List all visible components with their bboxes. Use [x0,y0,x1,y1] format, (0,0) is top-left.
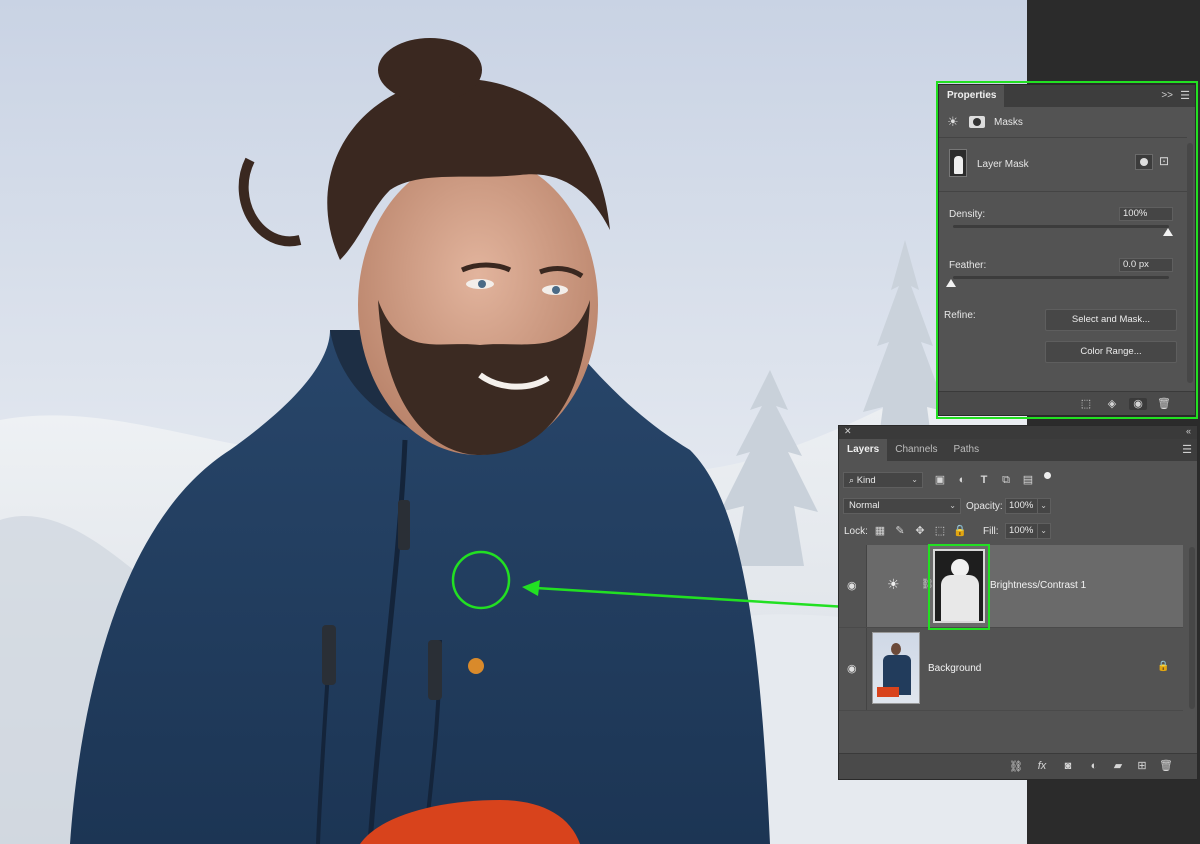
filter-pixel-icon[interactable]: ▣ [933,474,947,486]
layer-list: ◉ ☀ ⛓ Brightness/Contrast 1 ◉ Background… [839,545,1183,711]
blend-mode-value: Normal [849,500,880,511]
mask-icon[interactable] [969,116,985,128]
fill-field[interactable]: 100% [1005,523,1039,539]
new-adjustment-icon[interactable]: ◐ [1087,760,1101,772]
link-icon[interactable]: ⛓ [921,579,934,590]
link-layers-icon[interactable]: ⛓ [1009,761,1023,773]
visibility-eye-icon[interactable]: ◉ [1129,398,1147,410]
adjustment-icon[interactable]: ☀ [947,114,959,130]
collapse-panel-icon[interactable]: >> [1161,90,1173,101]
feather-slider-thumb[interactable] [946,279,956,287]
density-slider-track[interactable] [953,225,1169,228]
layer-row-background[interactable]: ◉ Background 🔒 [839,628,1183,710]
layers-panel: ✕ « Layers Channels Paths ☰ ⌕ Kind ⌄ ▣ ◐… [838,425,1198,780]
filter-toggle-icon[interactable] [1044,472,1051,479]
select-and-mask-button[interactable]: Select and Mask... [1045,309,1177,331]
layer-mask-row: Layer Mask ⊡ [939,139,1187,189]
brightness-contrast-icon: ☀ [887,576,900,592]
visibility-eye-icon[interactable]: ◉ [847,662,857,675]
tab-layers[interactable]: Layers [839,439,888,461]
vector-mask-icon[interactable]: ⊡ [1159,154,1169,168]
new-group-icon[interactable]: ▰ [1111,760,1125,772]
feather-slider-track[interactable] [953,276,1169,279]
kind-filter-dropdown[interactable]: ⌕ Kind ⌄ [843,472,923,488]
properties-tabbar: Properties >> ☰ [939,85,1195,107]
feather-field[interactable]: 0.0 px [1119,258,1173,272]
filter-shape-icon[interactable]: ⧉ [999,474,1013,486]
panel-menu-icon[interactable]: ☰ [1180,89,1190,102]
fill-slider-toggle[interactable]: ⌄ [1037,523,1051,539]
lock-image-icon[interactable]: ✎ [893,525,907,537]
background-thumbnail[interactable] [872,632,920,704]
lock-icon: 🔒 [1157,661,1170,672]
lock-artboard-icon[interactable]: ⬚ [933,525,947,537]
color-range-button[interactable]: Color Range... [1045,341,1177,363]
layer-name[interactable]: Background [928,663,981,674]
search-icon: ⌕ [849,475,855,485]
lock-all-icon[interactable]: 🔒 [953,525,967,537]
fill-label: Fill: [983,526,999,537]
density-field[interactable]: 100% [1119,207,1173,221]
chevron-down-icon: ⌄ [1040,526,1047,535]
delete-mask-icon[interactable]: 🗑 [1157,398,1171,410]
load-selection-icon[interactable]: ⬚ [1079,398,1093,410]
layers-titlebar: ✕ « [839,426,1197,439]
new-layer-icon[interactable]: ⊞ [1135,760,1149,772]
delete-layer-icon[interactable]: 🗑 [1159,760,1173,772]
apply-mask-icon[interactable] [1135,154,1153,170]
layers-tabbar: Layers Channels Paths ☰ [839,439,1197,461]
lock-transparent-icon[interactable]: ▦ [873,525,887,537]
layer-name[interactable]: Brightness/Contrast 1 [990,580,1086,591]
kind-label: Kind [856,475,876,486]
opacity-label: Opacity: [966,501,1003,512]
masks-label: Masks [994,117,1023,128]
opacity-slider-toggle[interactable]: ⌄ [1037,498,1051,514]
disable-mask-icon[interactable]: ◈ [1105,398,1119,410]
layer-mask-label: Layer Mask [977,159,1029,170]
layers-scrollbar[interactable] [1189,547,1195,709]
layers-footer: ⛓ fx ◙ ◐ ▰ ⊞ 🗑 [839,753,1197,779]
properties-footer: ⬚ ◈ ◉ 🗑 [939,391,1195,415]
layer-row-brightness-contrast[interactable]: ◉ ☀ ⛓ Brightness/Contrast 1 [839,545,1183,627]
mask-thumbnail[interactable] [949,149,967,177]
layer-mask-thumbnail[interactable] [933,549,985,623]
chevron-down-icon: ⌄ [911,475,918,484]
add-mask-icon[interactable]: ◙ [1061,760,1075,772]
tab-channels[interactable]: Channels [887,439,945,461]
blend-mode-dropdown[interactable]: Normal ⌄ [843,498,961,514]
chevron-down-icon: ⌄ [1040,501,1047,510]
masks-header: ☀ Masks [939,109,1187,135]
lock-label: Lock: [844,526,868,537]
chevron-down-icon: ⌄ [949,501,956,510]
tab-paths[interactable]: Paths [946,439,988,461]
properties-scrollbar[interactable] [1187,143,1193,383]
density-slider-thumb[interactable] [1163,228,1173,236]
opacity-field[interactable]: 100% [1005,498,1039,514]
refine-label: Refine: [944,310,976,321]
tab-properties[interactable]: Properties [939,85,1005,107]
filter-smart-object-icon[interactable]: ▤ [1021,474,1035,486]
fx-icon[interactable]: fx [1035,760,1049,772]
filter-adjustment-icon[interactable]: ◐ [955,474,969,486]
lock-position-icon[interactable]: ✥ [913,525,927,537]
density-label: Density: [949,209,986,220]
collapse-layers-icon[interactable]: « [1186,426,1191,436]
properties-panel: Properties >> ☰ ☀ Masks Layer Mask ⊡ Den… [938,84,1196,416]
visibility-eye-icon[interactable]: ◉ [847,579,857,592]
feather-label: Feather: [949,260,987,271]
layers-menu-icon[interactable]: ☰ [1182,443,1192,456]
close-panel-icon[interactable]: ✕ [844,426,852,437]
filter-type-icon[interactable]: T [977,474,991,486]
